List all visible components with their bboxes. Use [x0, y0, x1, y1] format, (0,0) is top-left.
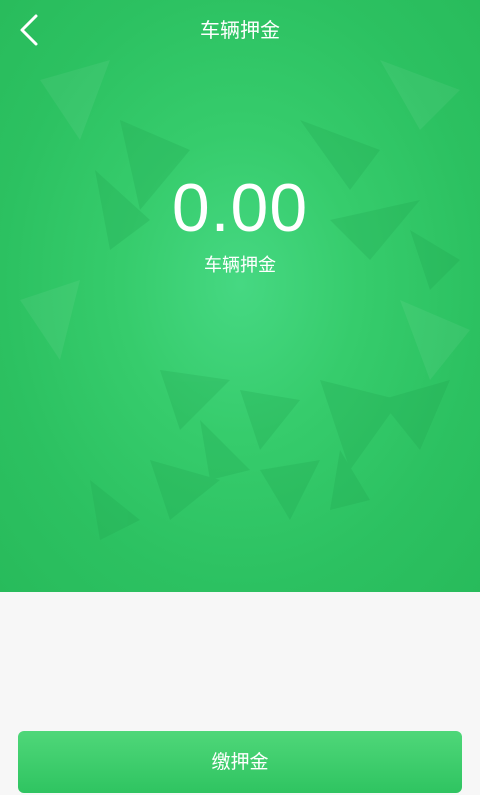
deposit-amount: 0.00 [171, 170, 309, 246]
deposit-hero-banner: 车辆押金 0.00 车辆押金 [0, 0, 480, 592]
polygon-background-pattern [20, 60, 470, 540]
deposit-screen: 车辆押金 0.00 车辆押金 缴押金 [0, 0, 480, 795]
navigation-bar: 车辆押金 [0, 0, 480, 60]
page-title: 车辆押金 [200, 18, 280, 42]
deposit-amount-label: 车辆押金 [204, 255, 276, 276]
pay-deposit-button[interactable]: 缴押金 [18, 731, 462, 793]
